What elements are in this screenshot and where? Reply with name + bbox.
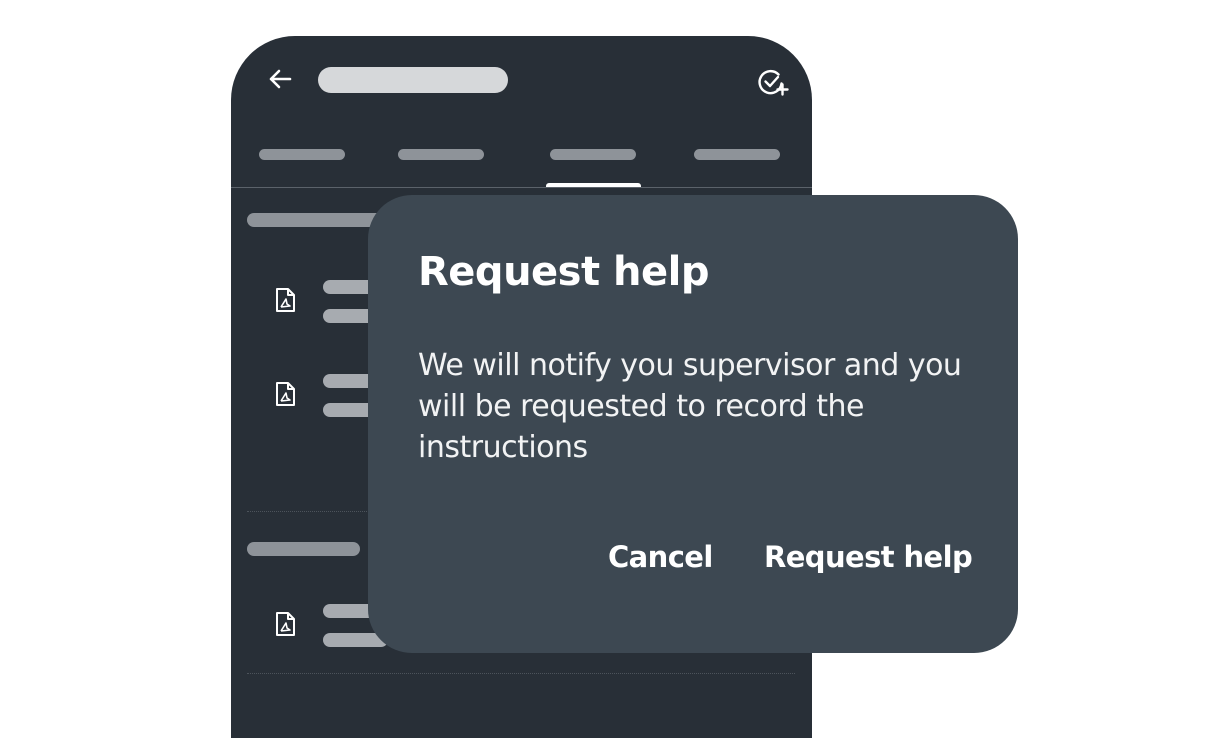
tabs-divider: [231, 187, 812, 188]
section-header-placeholder: [247, 213, 387, 227]
section-header-placeholder: [247, 542, 360, 556]
dialog-title: Request help: [418, 249, 709, 295]
task-add-icon[interactable]: [757, 66, 789, 98]
pdf-file-icon: [276, 382, 295, 406]
pdf-file-icon: [276, 612, 295, 636]
arrow-left-icon[interactable]: [267, 66, 293, 92]
title-placeholder: [318, 67, 508, 93]
pdf-file-icon: [276, 288, 295, 312]
stage: Request help We will notify you supervis…: [0, 0, 1217, 738]
cancel-button[interactable]: Cancel: [608, 540, 713, 574]
request-help-button[interactable]: Request help: [764, 540, 973, 574]
tab-2[interactable]: [398, 149, 484, 160]
section-divider: [247, 673, 795, 674]
tab-4[interactable]: [694, 149, 780, 160]
tab-3[interactable]: [550, 149, 636, 160]
dialog-message: We will notify you supervisor and you wi…: [418, 348, 962, 465]
tab-1[interactable]: [259, 149, 345, 160]
request-help-dialog: Request help We will notify you supervis…: [368, 195, 1018, 653]
